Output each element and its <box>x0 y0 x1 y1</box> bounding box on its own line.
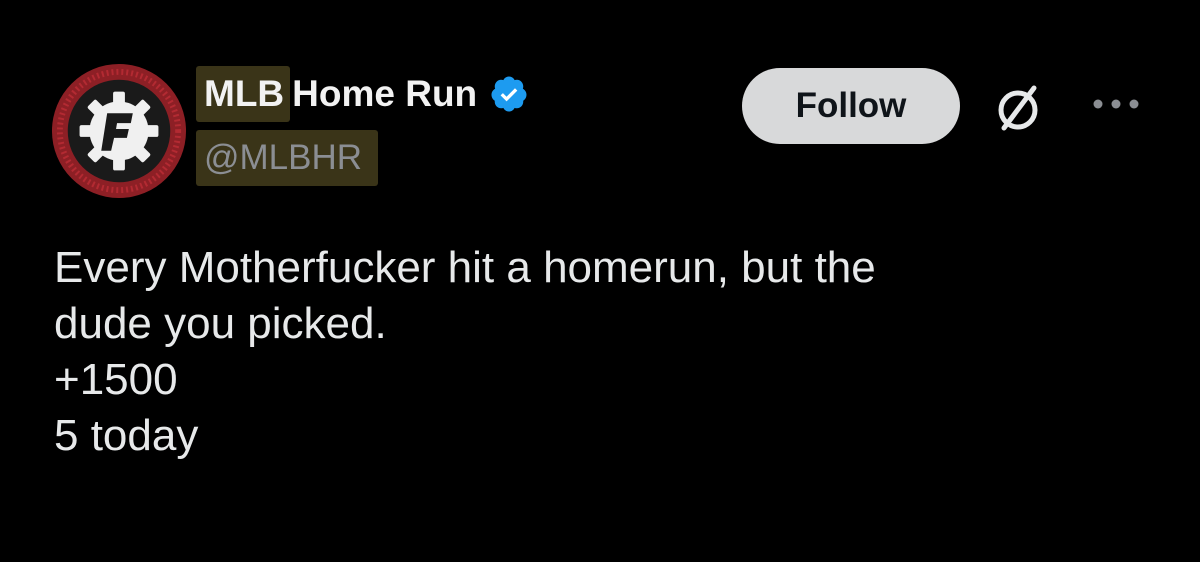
tweet-text-line: dude you picked. <box>54 299 387 348</box>
grok-icon[interactable] <box>990 80 1046 136</box>
tweet-text-line: +1500 <box>54 355 178 404</box>
more-options-icon[interactable] <box>1090 96 1142 112</box>
author-name[interactable]: MLB Home Run <box>196 66 529 122</box>
follow-button[interactable]: Follow <box>742 68 960 144</box>
gear-logo-avatar-icon <box>51 63 187 199</box>
author-handle[interactable]: @MLBHR <box>196 130 379 186</box>
tweet-text: Every Motherfucker hit a homerun, but th… <box>54 240 1164 464</box>
author-name-highlighted: MLB <box>196 66 291 122</box>
verified-badge-icon <box>489 74 529 114</box>
tweet-card: MLB Home Run @MLBHR Follow Every Motherf… <box>0 0 1200 562</box>
avatar[interactable] <box>50 62 188 200</box>
tweet-text-line: 5 today <box>54 411 199 460</box>
tweet-text-line: Every Motherfucker hit a homerun, but th… <box>54 243 876 292</box>
author-name-rest: Home Run <box>292 73 478 114</box>
